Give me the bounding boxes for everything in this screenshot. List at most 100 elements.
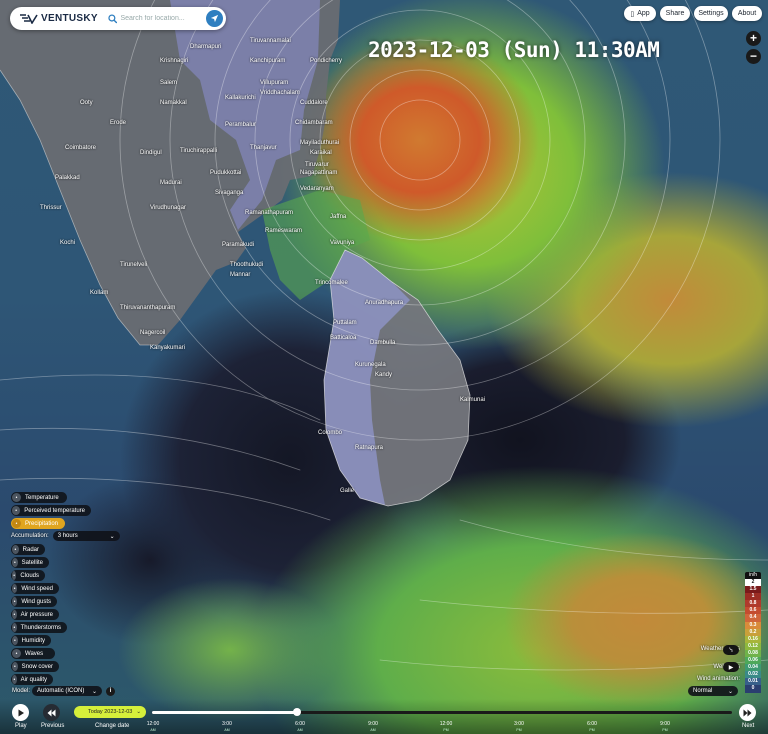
layer-thunderstorms[interactable]: • Thunderstorms [11,622,67,633]
layer-air-pressure[interactable]: • Air pressure [11,609,59,620]
satellite-icon: • [12,558,18,567]
legend-value: 2 [745,579,761,587]
layer-waves[interactable]: • Waves [11,648,55,659]
timeline-tick[interactable]: 6:00 AM [285,721,315,733]
legend-value: 0.06 [745,657,761,665]
tick-ampm: AM [370,728,376,732]
map-place-label: Nagercoil [140,330,166,336]
timeline-progress [152,711,297,714]
legend-value: 0.01 [745,678,761,686]
timeline-handle[interactable] [293,708,301,716]
layer-radar[interactable]: • Radar [11,544,45,555]
date-value: Today 2023-12-03 [88,709,133,715]
search-icon [108,13,117,23]
thermometer-icon: • [12,493,21,502]
timeline-tick[interactable]: 9:00 PM [650,721,680,733]
map-place-label: Dambulla [370,340,396,346]
layer-wind-gusts[interactable]: • Wind gusts [11,596,57,607]
map-place-label: Galle [340,488,355,494]
tick-ampm: PM [589,728,595,732]
map-place-label: Tiruvannamalai [250,38,291,44]
previous-button[interactable] [43,704,60,721]
map-place-label: Virudhunagar [150,205,186,211]
layer-label: Thunderstorms [20,624,61,631]
layer-wind-speed[interactable]: • Wind speed [11,583,59,594]
map-place-label: Thiruvananthapuram [120,305,176,311]
map-place-label: Trincomalee [315,280,348,286]
map-place-label: Perambalur [225,122,257,128]
humidity-icon: • [12,636,18,645]
timeline-track[interactable] [152,711,732,714]
wind-animation-value: Normal [693,688,713,694]
chevron-down-icon: ⌄ [136,709,141,715]
legend-value: 0 [745,685,761,693]
play-label: Play [15,723,27,729]
pressure-icon: • [12,610,17,619]
my-location-button[interactable] [206,10,223,27]
layer-air-quality[interactable]: • Air quality [11,674,53,685]
map-place-label: Vedaranyam [300,186,334,192]
next-button[interactable] [739,704,756,721]
layer-perceived-temperature[interactable]: • Perceived temperature [11,505,91,516]
timeline-tick[interactable]: 6:00 PM [577,721,607,733]
map-place-label: Thanjavur [250,145,277,151]
legend-value: 0.02 [745,671,761,679]
map-place-label: Kandy [375,372,393,378]
legend-value: 0.16 [745,635,761,643]
layer-precipitation[interactable]: • Precipitation [11,518,65,529]
ventusky-logo[interactable]: VENTUSKY [20,13,100,24]
map-place-label: Anuradhapura [365,300,404,306]
map-place-label: Ramanathapuram [245,210,294,216]
timeline-tick[interactable]: 12:00 PM [431,721,461,733]
map-place-label: Batticaloa [330,335,357,341]
timeline-tick[interactable]: 12:00 AM [138,721,168,733]
lightning-icon: • [12,623,17,632]
about-button[interactable]: About [732,6,762,21]
map-place-label: Colombo [318,430,343,436]
date-select[interactable]: Today 2023-12-03 ⌄ [74,706,146,718]
app-button[interactable]: ▯ App [624,6,656,21]
layer-label: Humidity [21,637,45,644]
timeline-tick[interactable]: 3:00 PM [504,721,534,733]
camera-icon: ▶ [728,664,734,671]
map-place-label: Kanyakumari [150,345,186,351]
tick-ampm: PM [662,728,668,732]
wind-animation-select[interactable]: Normal ⌄ [688,686,738,696]
map-place-label: Thrissur [40,205,62,211]
sri-lanka-rain-area [324,250,410,505]
legend-value: 0.08 [745,649,761,658]
layer-label: Air quality [20,676,47,683]
model-info-button[interactable]: i [106,686,116,696]
chevron-down-icon: ⌄ [727,688,733,695]
legend-value: 0.6 [745,607,761,615]
model-control: Model: Automatic (ICON) ⌄ i [12,686,116,696]
weather-fronts-toggle[interactable]: ᓭ [723,645,739,655]
precipitation-legend[interactable]: in/h 2 1.5 1 0.8 0.6 0.4 0.3 0.2 0.16 0.12 0.08 0.0… [745,572,761,693]
waves-icon: • [12,649,21,658]
map-place-label: Kurunegala [355,362,386,368]
layer-clouds[interactable]: • Clouds [11,570,45,581]
app-button-label: App [637,10,650,17]
zoom-in-button[interactable]: + [746,31,761,46]
map-place-label: Ooty [80,100,93,106]
raindrop-icon: • [12,519,21,528]
layer-humidity[interactable]: • Humidity [11,635,51,646]
timeline-tick[interactable]: 9:00 AM [358,721,388,733]
zoom-out-button[interactable]: − [746,49,761,64]
share-button[interactable]: Share [660,6,690,21]
accumulation-select[interactable]: 3 hours ⌄ [52,531,120,541]
wind-icon: • [12,584,18,593]
model-select[interactable]: Automatic (ICON) ⌄ [32,686,103,696]
search-input[interactable] [120,15,207,22]
webcams-toggle[interactable]: ▶ [723,662,739,672]
timeline-tick[interactable]: 3:00 AM [212,721,242,733]
layer-temperature[interactable]: • Temperature [11,492,67,503]
map-place-label: Kallakurichi [225,95,256,101]
brand-name: VENTUSKY [41,13,98,24]
about-button-label: About [737,10,757,17]
layer-satellite[interactable]: • Satellite [11,557,49,568]
settings-button[interactable]: Settings [694,6,728,21]
accumulation-control: Accumulation: 3 hours ⌄ [11,531,120,541]
play-button[interactable] [12,704,29,721]
layer-snow-cover[interactable]: • Snow cover [11,661,59,672]
